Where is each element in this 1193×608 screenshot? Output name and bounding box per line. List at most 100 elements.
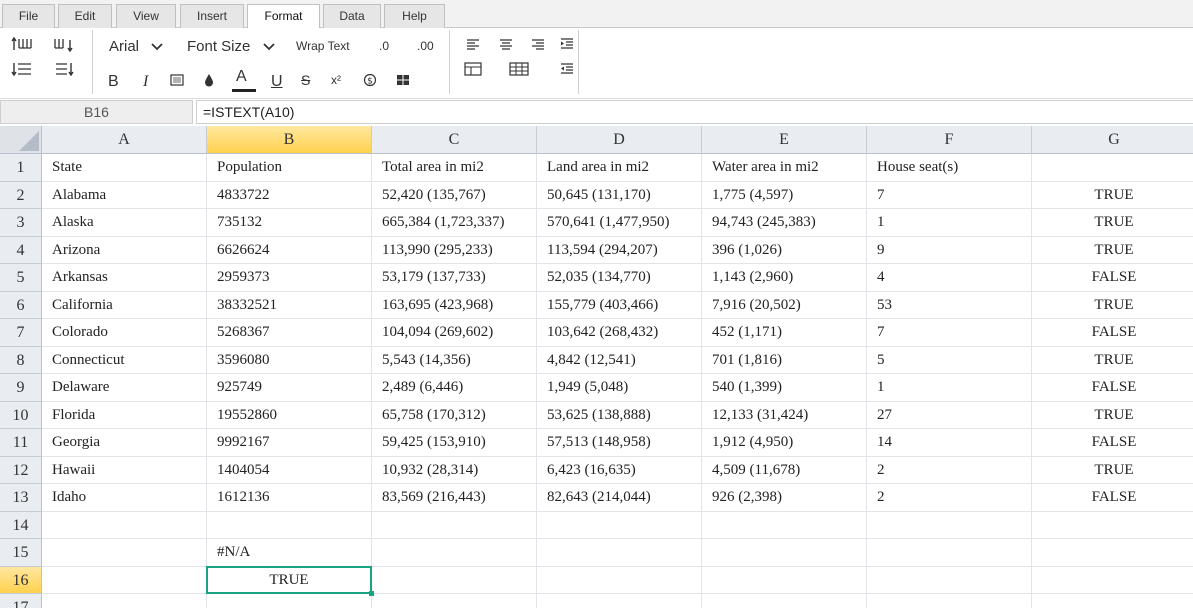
font-name-select[interactable]: Arial <box>109 38 139 56</box>
fill-color-icon[interactable] <box>198 69 220 91</box>
cell-b9[interactable]: 925749 <box>207 374 372 402</box>
cell-d7[interactable]: 103,642 (268,432) <box>537 319 702 347</box>
cell-c9[interactable]: 2,489 (6,446) <box>372 374 537 402</box>
merge-cells-icon[interactable] <box>392 69 414 91</box>
cell-c2[interactable]: 52,420 (135,767) <box>372 181 537 209</box>
cell-b10[interactable]: 19552860 <box>207 401 372 429</box>
row-header-6[interactable]: 6 <box>0 291 42 319</box>
row-header-15[interactable]: 15 <box>0 539 42 567</box>
insert-row-above-icon[interactable] <box>11 33 33 55</box>
cell-e10[interactable]: 12,133 (31,424) <box>702 401 867 429</box>
column-header-g[interactable]: G <box>1032 126 1193 154</box>
cell-c16[interactable] <box>372 566 537 594</box>
column-header-a[interactable]: A <box>42 126 207 154</box>
cell-g2[interactable]: TRUE <box>1032 182 1193 209</box>
cell-g9[interactable]: FALSE <box>1032 374 1193 402</box>
cell-a4[interactable]: Arizona <box>42 236 207 264</box>
wrap-text-button[interactable]: Wrap Text <box>296 37 350 55</box>
cell-c4[interactable]: 113,990 (295,233) <box>372 236 537 264</box>
cell-g10[interactable]: TRUE <box>1032 402 1193 429</box>
font-size-select[interactable]: Font Size <box>187 38 250 56</box>
cell-b7[interactable]: 5268367 <box>207 319 372 347</box>
cell-f11[interactable]: 14 <box>867 429 1032 457</box>
cell-a11[interactable]: Georgia <box>42 429 207 457</box>
cell-e16[interactable] <box>702 566 867 594</box>
cell-d9[interactable]: 1,949 (5,048) <box>537 374 702 402</box>
cell-d15[interactable] <box>537 539 702 567</box>
align-right-icon[interactable] <box>527 33 549 55</box>
column-header-d[interactable]: D <box>537 126 702 154</box>
tab-help[interactable]: Help <box>384 4 445 28</box>
cell-d10[interactable]: 53,625 (138,888) <box>537 401 702 429</box>
cell-e3[interactable]: 94,743 (245,383) <box>702 209 867 237</box>
strikethrough-button[interactable]: S <box>301 71 310 89</box>
cell-c15[interactable] <box>372 539 537 567</box>
cell-b6[interactable]: 38332521 <box>207 291 372 319</box>
cell-e4[interactable]: 396 (1,026) <box>702 236 867 264</box>
row-header-12[interactable]: 12 <box>0 456 42 484</box>
cell-e7[interactable]: 452 (1,171) <box>702 319 867 347</box>
cell-f9[interactable]: 1 <box>867 374 1032 402</box>
cell-g4[interactable]: TRUE <box>1032 237 1193 264</box>
column-header-b[interactable]: B <box>207 126 372 154</box>
cell-b12[interactable]: 1404054 <box>207 456 372 484</box>
cell-b1[interactable]: Population <box>207 154 372 182</box>
underline-button[interactable]: U <box>271 73 283 91</box>
cell-e13[interactable]: 926 (2,398) <box>702 484 867 512</box>
cell-f7[interactable]: 7 <box>867 319 1032 347</box>
cell-g12[interactable]: TRUE <box>1032 457 1193 484</box>
bold-button[interactable]: B <box>108 73 119 91</box>
table-borders-icon[interactable] <box>462 58 484 80</box>
cell-g15[interactable] <box>1032 539 1193 567</box>
cell-d1[interactable]: Land area in mi2 <box>537 154 702 182</box>
row-header-3[interactable]: 3 <box>0 209 42 237</box>
decrease-decimal-button[interactable]: .0 <box>379 37 389 55</box>
cell-f6[interactable]: 53 <box>867 291 1032 319</box>
name-box[interactable]: B16 <box>0 100 193 124</box>
cell-b2[interactable]: 4833722 <box>207 181 372 209</box>
superscript-button[interactable]: x² <box>331 71 341 89</box>
cell-d14[interactable] <box>537 511 702 539</box>
cell-g6[interactable]: TRUE <box>1032 292 1193 319</box>
cell-a16[interactable] <box>42 566 207 594</box>
indent-icon[interactable] <box>556 33 578 55</box>
cell-c12[interactable]: 10,932 (28,314) <box>372 456 537 484</box>
cell-d13[interactable]: 82,643 (214,044) <box>537 484 702 512</box>
cell-a7[interactable]: Colorado <box>42 319 207 347</box>
cell-b17[interactable] <box>207 594 372 608</box>
cell-f17[interactable] <box>867 594 1032 608</box>
cell-a3[interactable]: Alaska <box>42 209 207 237</box>
cell-g3[interactable]: TRUE <box>1032 209 1193 237</box>
borders-icon[interactable] <box>166 69 188 91</box>
cell-f4[interactable]: 9 <box>867 236 1032 264</box>
column-header-c[interactable]: C <box>372 126 537 154</box>
cell-a2[interactable]: Alabama <box>42 181 207 209</box>
cell-a10[interactable]: Florida <box>42 401 207 429</box>
align-left-icon[interactable] <box>462 33 484 55</box>
cell-g1[interactable] <box>1032 154 1193 182</box>
cell-d2[interactable]: 50,645 (131,170) <box>537 181 702 209</box>
cell-g7[interactable]: FALSE <box>1032 319 1193 347</box>
row-header-1[interactable]: 1 <box>0 154 42 182</box>
table-grid-icon[interactable] <box>508 58 530 80</box>
cell-d5[interactable]: 52,035 (134,770) <box>537 264 702 292</box>
cell-e6[interactable]: 7,916 (20,502) <box>702 291 867 319</box>
cell-c14[interactable] <box>372 511 537 539</box>
cell-b15[interactable]: #N/A <box>207 539 372 567</box>
cell-f12[interactable]: 2 <box>867 456 1032 484</box>
cell-b11[interactable]: 9992167 <box>207 429 372 457</box>
cell-a9[interactable]: Delaware <box>42 374 207 402</box>
cell-e11[interactable]: 1,912 (4,950) <box>702 429 867 457</box>
column-header-f[interactable]: F <box>867 126 1032 154</box>
cell-f3[interactable]: 1 <box>867 209 1032 237</box>
cell-f8[interactable]: 5 <box>867 346 1032 374</box>
cell-f13[interactable]: 2 <box>867 484 1032 512</box>
cell-c13[interactable]: 83,569 (216,443) <box>372 484 537 512</box>
cell-g11[interactable]: FALSE <box>1032 429 1193 457</box>
row-header-9[interactable]: 9 <box>0 374 42 402</box>
cell-d6[interactable]: 155,779 (403,466) <box>537 291 702 319</box>
cell-b16[interactable]: TRUE <box>207 566 372 594</box>
cell-e17[interactable] <box>702 594 867 608</box>
cell-f1[interactable]: House seat(s) <box>867 154 1032 182</box>
cell-b8[interactable]: 3596080 <box>207 346 372 374</box>
